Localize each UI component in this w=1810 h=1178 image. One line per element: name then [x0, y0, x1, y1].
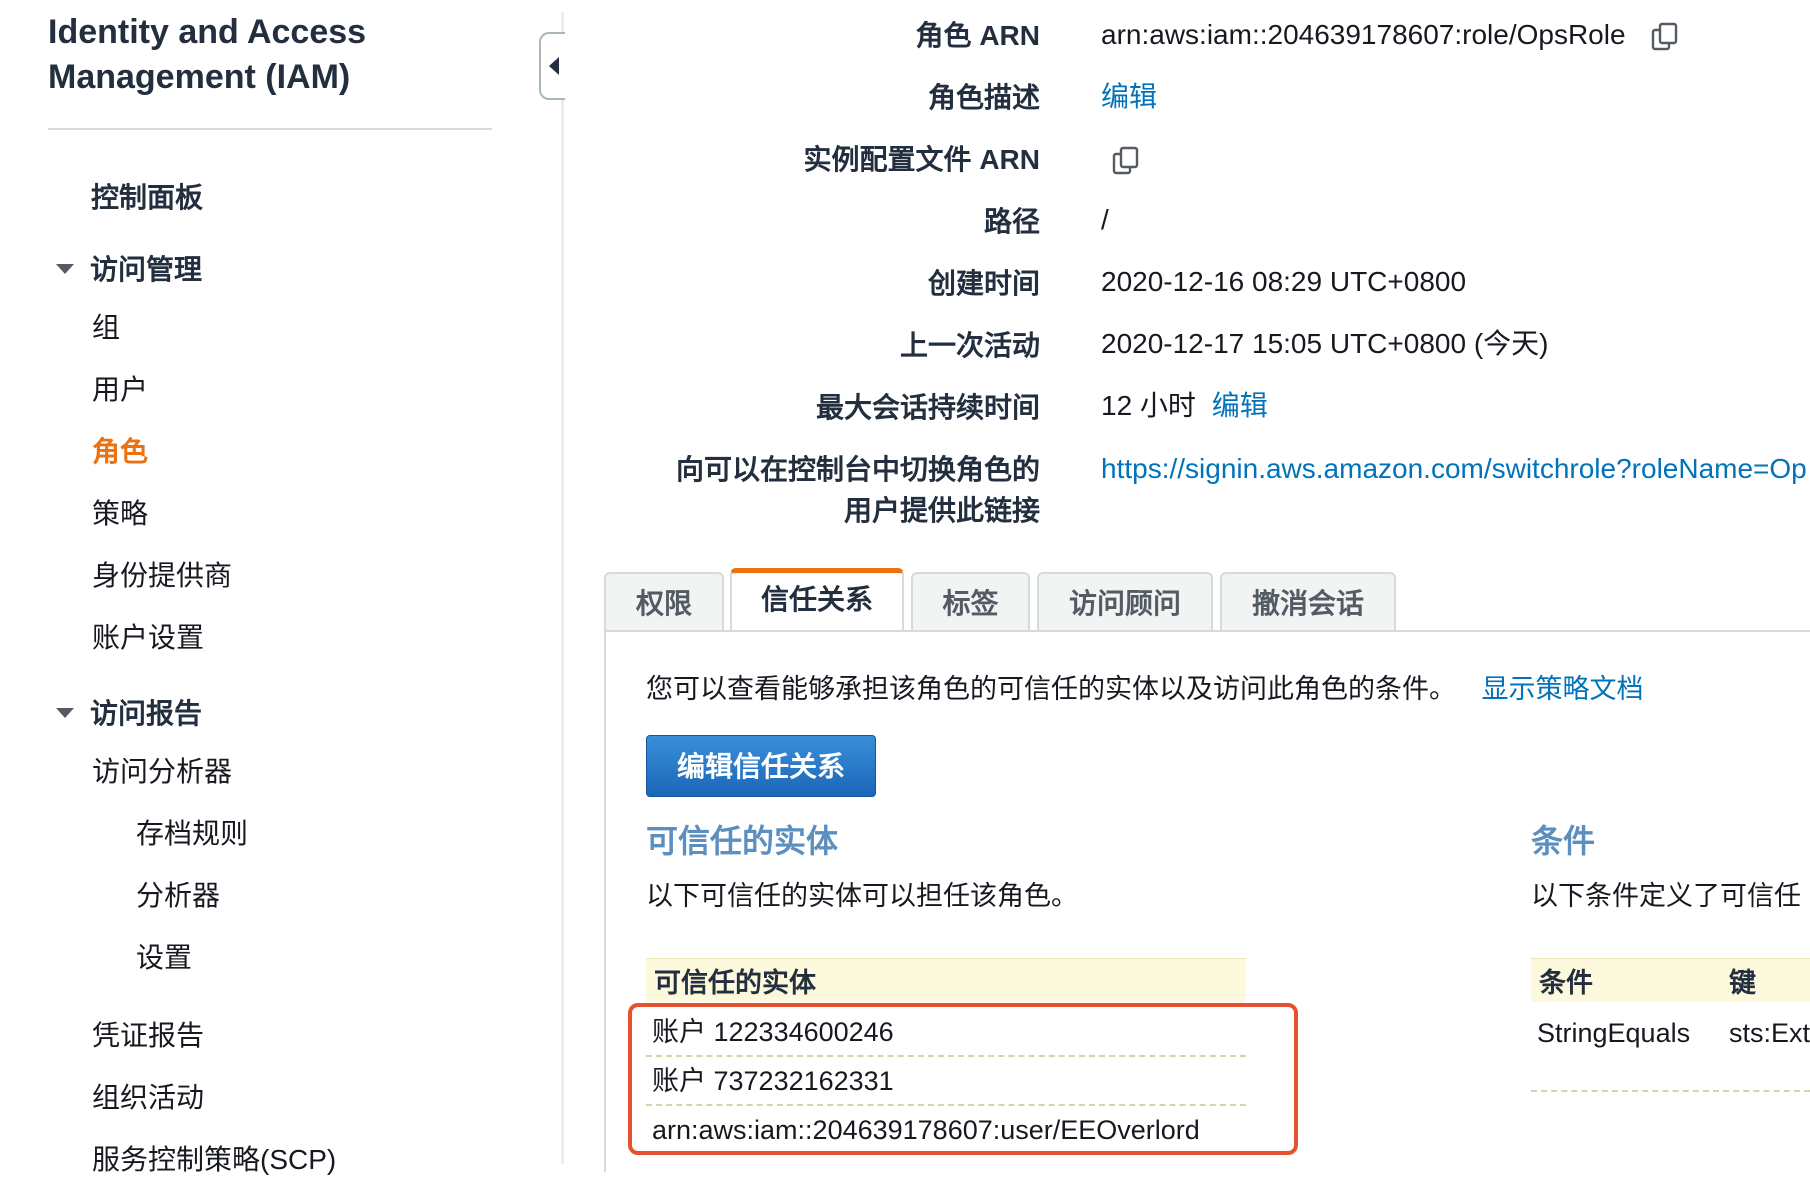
tab-revoke-sessions[interactable]: 撤消会话 [1220, 572, 1396, 630]
conditions-heading: 条件 [1531, 823, 1596, 859]
conditions-description: 以下条件定义了可信任 [1531, 881, 1801, 911]
sidebar-section-label: 访问管理 [90, 254, 203, 285]
sidebar-item-analyzer-settings[interactable]: 设置 [136, 936, 192, 976]
switch-role-url[interactable]: https://signin.aws.amazon.com/switchrole… [1101, 453, 1807, 484]
sidebar-item-account-settings[interactable]: 账户设置 [92, 616, 204, 656]
path-value: / [1101, 204, 1109, 235]
trust-intro-text: 您可以查看能够承担该角色的可信任的实体以及访问此角色的条件。 显示策略文档 [646, 667, 1644, 706]
sidebar-section-access-reports[interactable]: 访问报告 [56, 692, 202, 732]
sidebar-item-groups[interactable]: 组 [92, 306, 120, 346]
max-session-text: 12 小时 [1101, 390, 1196, 421]
sidebar-item-analyzers[interactable]: 分析器 [136, 874, 220, 914]
switch-role-link[interactable]: https://signin.aws.amazon.com/switchrole… [1101, 452, 1810, 486]
edit-trust-relationship-button[interactable]: 编辑信任关系 [646, 735, 876, 797]
collapse-sidebar-button[interactable] [539, 32, 565, 100]
role-arn-value: arn:aws:iam::204639178607:role/OpsRole [1101, 18, 1681, 53]
instance-profile-arn-label: 实例配置文件 ARN [803, 144, 1040, 175]
role-arn-label: 角色 ARN [915, 20, 1040, 51]
tab-trust-relationships[interactable]: 信任关系 [730, 568, 904, 630]
caret-down-icon [56, 707, 74, 718]
trusted-entities-table-header: 可信任的实体 [646, 958, 1246, 1002]
sidebar-divider [48, 128, 492, 130]
trusted-entities-description: 以下可信任的实体可以担任该角色。 [646, 881, 1078, 911]
condition-operator: StringEquals [1537, 1018, 1691, 1048]
creation-time-value: 2020-12-16 08:29 UTC+0800 [1101, 266, 1467, 297]
condition-key: sts:Ext [1729, 1018, 1810, 1048]
max-session-value: 12 小时 编辑 [1101, 389, 1268, 423]
sidebar-item-identity-providers[interactable]: 身份提供商 [92, 554, 232, 594]
tab-permissions[interactable]: 权限 [604, 572, 724, 630]
creation-time-label: 创建时间 [927, 268, 1040, 299]
sidebar-item-organization-activity[interactable]: 组织活动 [92, 1076, 204, 1116]
conditions-header-key: 键 [1729, 968, 1756, 998]
table-row: 账户 122334600246 [646, 1008, 1246, 1057]
sidebar-section-label: 访问报告 [90, 698, 203, 729]
copy-icon[interactable] [1110, 145, 1142, 177]
sidebar-item-credential-report[interactable]: 凭证报告 [92, 1014, 204, 1054]
switch-role-link-label-line1: 向可以在控制台中切换角色的 [675, 454, 1040, 485]
sidebar-item-users[interactable]: 用户 [92, 368, 148, 408]
show-policy-document-link[interactable]: 显示策略文档 [1482, 674, 1644, 704]
sidebar-title: Identity and Access Management (IAM) [48, 13, 367, 96]
table-row: 账户 737232162331 [646, 1057, 1246, 1106]
last-activity-label: 上一次活动 [899, 330, 1040, 361]
sidebar-section-access-management[interactable]: 访问管理 [56, 248, 202, 288]
role-description-label: 角色描述 [927, 82, 1040, 113]
edit-link[interactable]: 编辑 [1101, 81, 1157, 112]
switch-role-link-label-line2: 用户提供此链接 [843, 495, 1040, 526]
tab-tags[interactable]: 标签 [911, 572, 1030, 630]
sidebar: Identity and Access Management (IAM) 控制面… [0, 0, 540, 1175]
max-session-label: 最大会话持续时间 [815, 392, 1040, 423]
caret-left-icon [549, 57, 559, 75]
instance-profile-arn-value [1110, 142, 1142, 177]
trust-intro: 您可以查看能够承担该角色的可信任的实体以及访问此角色的条件。 [646, 674, 1456, 704]
conditions-table-header: 条件 键 [1531, 958, 1810, 1002]
max-session-edit-link[interactable]: 编辑 [1212, 390, 1268, 421]
path-label: 路径 [983, 206, 1040, 237]
table-row: StringEquals sts:Ext [1531, 1008, 1810, 1092]
trusted-entities-heading: 可信任的实体 [646, 823, 839, 859]
last-activity-value: 2020-12-17 15:05 UTC+0800 (今天) [1101, 328, 1549, 359]
copy-icon[interactable] [1649, 21, 1681, 53]
table-row: arn:aws:iam::204639178607:user/EEOverlor… [652, 1115, 1200, 1145]
sidebar-item-policies[interactable]: 策略 [92, 492, 148, 532]
conditions-header-condition: 条件 [1539, 968, 1593, 998]
sidebar-item-access-analyzer[interactable]: 访问分析器 [92, 750, 232, 790]
sidebar-item-dashboard[interactable]: 控制面板 [91, 176, 203, 216]
sidebar-item-archive-rules[interactable]: 存档规则 [136, 812, 248, 852]
role-arn-text: arn:aws:iam::204639178607:role/OpsRole [1101, 19, 1626, 50]
tab-access-advisor[interactable]: 访问顾问 [1037, 572, 1213, 630]
sidebar-item-roles[interactable]: 角色 [92, 430, 148, 470]
sidebar-item-scp[interactable]: 服务控制策略(SCP) [92, 1138, 336, 1178]
role-description-edit-link[interactable]: 编辑 [1101, 80, 1157, 114]
sidebar-border [561, 12, 564, 1164]
caret-down-icon [56, 263, 74, 274]
